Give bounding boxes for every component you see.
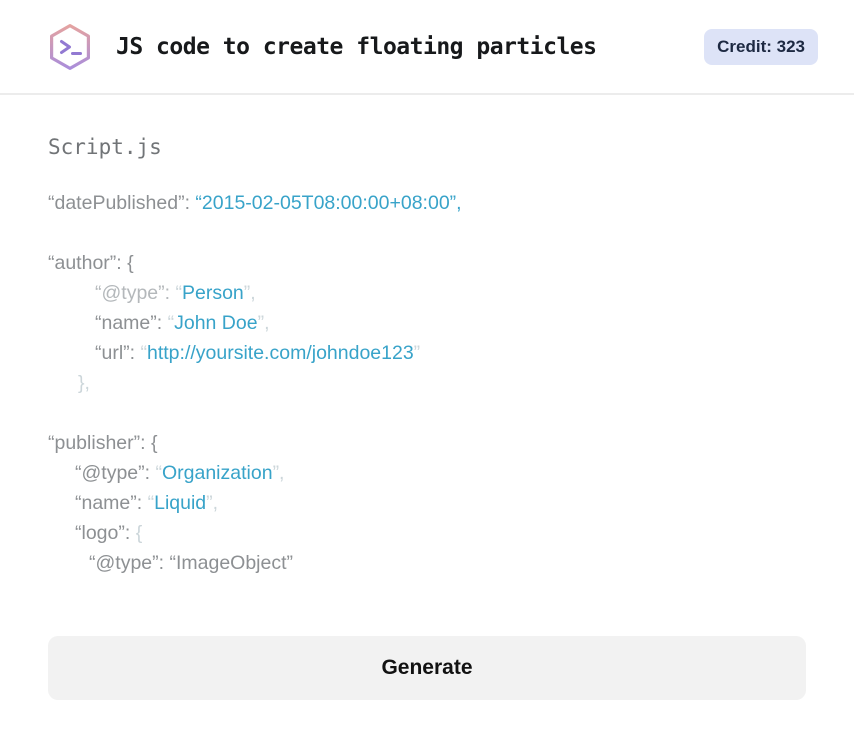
file-name: Script.js	[48, 135, 162, 159]
code-token: Liquid	[154, 492, 207, 514]
code-token: “datePublished”:	[48, 192, 196, 214]
code-token: ”,	[272, 462, 285, 484]
code-line: “name”: “John Doe”,	[48, 308, 806, 338]
code-line: “author”: {	[48, 248, 806, 278]
code-line: “@type”: “ImageObject”	[48, 548, 806, 578]
code-line: “logo”: {	[48, 518, 806, 548]
code-token: ”,	[206, 492, 219, 514]
code-token: “name”:	[95, 312, 168, 334]
code-panel: Script.js “datePublished”: “2015-02-05T0…	[0, 95, 854, 700]
code-token: ”,	[257, 312, 270, 334]
code-line: “@type”: “Organization”,	[48, 458, 806, 488]
code-token: Organization	[161, 462, 273, 484]
code-line: },	[48, 368, 806, 398]
code-token: “@type”:	[75, 462, 156, 484]
code-token: {	[135, 522, 143, 544]
code-line: “publisher”: {	[48, 428, 806, 458]
code-line: “name”: “Liquid”,	[48, 488, 806, 518]
page-title: JS code to create floating particles	[116, 33, 597, 60]
code-token: ”	[413, 342, 421, 364]
code-token: “2015-02-05T08:00:00+08:00”,	[195, 192, 462, 214]
code-token: Person	[181, 282, 244, 304]
code-token: “logo”:	[75, 522, 136, 544]
code-line: “datePublished”: “2015-02-05T08:00:00+08…	[48, 188, 806, 218]
code-token: “@type”: “ImageObject”	[89, 552, 294, 574]
code-token: “publisher”: {	[48, 432, 158, 454]
terminal-prompt-hexagon-icon	[48, 23, 92, 71]
code-token: http://yoursite.com/johndoe123	[147, 342, 414, 364]
app-header: JS code to create floating particles Cre…	[0, 0, 854, 95]
code-line: “url”: “http://yoursite.com/johndoe123”	[48, 338, 806, 368]
code-token: “url”:	[95, 342, 141, 364]
credit-badge: Credit: 323	[704, 28, 818, 65]
code-token: “@type”:	[95, 282, 176, 304]
code-token: “name”:	[75, 492, 148, 514]
code-block: “datePublished”: “2015-02-05T08:00:00+08…	[48, 188, 806, 578]
code-token: },	[78, 372, 90, 394]
generate-button[interactable]: Generate	[48, 636, 806, 700]
code-token: John Doe	[174, 312, 258, 334]
code-line: “@type”: “Person”,	[48, 278, 806, 308]
app-window: JS code to create floating particles Cre…	[0, 0, 854, 748]
code-token: “author”: {	[48, 252, 134, 274]
code-token: ”,	[243, 282, 256, 304]
